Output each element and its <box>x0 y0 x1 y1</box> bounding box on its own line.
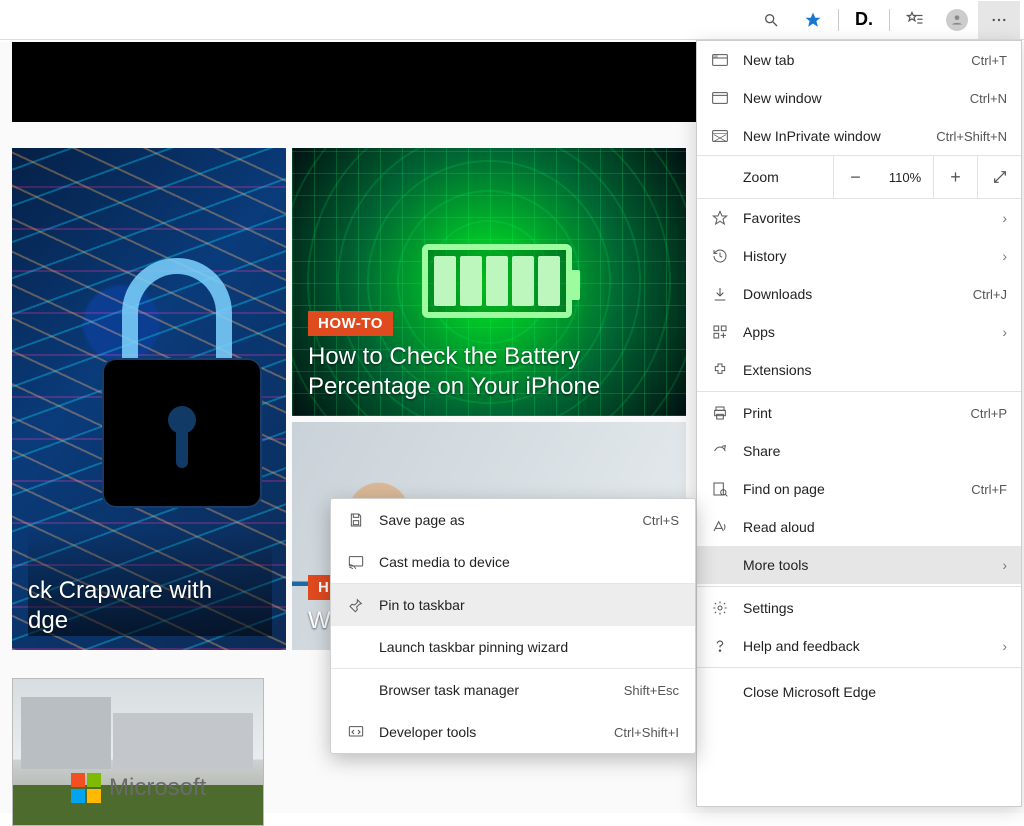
chevron-right-icon: › <box>1002 324 1007 340</box>
category-badge: HOW-TO <box>308 311 393 336</box>
find-icon <box>711 481 729 497</box>
menu-extensions[interactable]: Extensions <box>697 351 1021 389</box>
submenu-task-manager[interactable]: Browser task managerShift+Esc <box>331 669 695 711</box>
menu-new-tab[interactable]: New tabCtrl+T <box>697 41 1021 79</box>
search-icon[interactable] <box>750 1 792 39</box>
save-icon <box>347 512 365 528</box>
favorites-star-icon[interactable] <box>792 1 834 39</box>
menu-history[interactable]: History› <box>697 237 1021 275</box>
chevron-right-icon: › <box>1002 248 1007 264</box>
submenu-pin-taskbar[interactable]: Pin to taskbar <box>331 584 695 626</box>
menu-new-inprivate[interactable]: New InPrivate windowCtrl+Shift+N <box>697 117 1021 155</box>
download-icon <box>711 286 729 302</box>
menu-favorites[interactable]: Favorites› <box>697 199 1021 237</box>
inprivate-icon <box>711 130 729 142</box>
chevron-right-icon: › <box>1002 210 1007 226</box>
menu-find[interactable]: Find on pageCtrl+F <box>697 470 1021 508</box>
article-tile-battery[interactable]: HOW-TO How to Check the Battery Percenta… <box>292 148 686 416</box>
menu-zoom-row: Zoom − 110% + <box>697 155 1021 199</box>
read-aloud-icon <box>711 519 729 535</box>
menu-settings[interactable]: Settings <box>697 589 1021 627</box>
article-tile-crapware[interactable]: ck Crapware with dge <box>12 148 286 650</box>
apps-icon <box>711 324 729 340</box>
menu-share[interactable]: Share <box>697 432 1021 470</box>
gear-icon <box>711 600 729 616</box>
toolbar-separator <box>889 9 890 31</box>
extension-d-icon[interactable]: D. <box>843 1 885 39</box>
browser-toolbar: D. <box>0 0 1024 40</box>
submenu-launch-wizard[interactable]: Launch taskbar pinning wizard <box>331 626 695 668</box>
menu-more-tools[interactable]: More tools› <box>697 546 1021 584</box>
new-tab-icon <box>711 54 729 66</box>
star-icon <box>711 210 729 226</box>
chevron-right-icon: › <box>1002 638 1007 654</box>
window-icon <box>711 92 729 104</box>
submenu-save-page[interactable]: Save page asCtrl+S <box>331 499 695 541</box>
zoom-value: 110% <box>877 170 933 185</box>
settings-and-more-menu: New tabCtrl+T New windowCtrl+N New InPri… <box>696 40 1022 807</box>
menu-print[interactable]: PrintCtrl+P <box>697 394 1021 432</box>
cast-icon <box>347 555 365 569</box>
submenu-cast[interactable]: Cast media to device <box>331 541 695 583</box>
chevron-right-icon: › <box>1002 557 1007 573</box>
menu-read-aloud[interactable]: Read aloud <box>697 508 1021 546</box>
help-icon <box>711 638 729 654</box>
microsoft-logo: Microsoft <box>71 773 206 803</box>
menu-help[interactable]: Help and feedback› <box>697 627 1021 665</box>
devtools-icon <box>347 725 365 739</box>
zoom-in-button[interactable]: + <box>933 155 977 199</box>
settings-and-more-button[interactable] <box>978 1 1020 39</box>
menu-apps[interactable]: Apps› <box>697 313 1021 351</box>
submenu-dev-tools[interactable]: Developer toolsCtrl+Shift+I <box>331 711 695 753</box>
extensions-icon <box>711 362 729 378</box>
menu-close-edge[interactable]: Close Microsoft Edge <box>697 670 1021 714</box>
more-tools-submenu: Save page asCtrl+S Cast media to device … <box>330 498 696 754</box>
zoom-label: Zoom <box>697 169 833 185</box>
article-thumb-microsoft[interactable]: Microsoft <box>12 678 264 826</box>
padlock-illustration <box>102 298 252 498</box>
profile-avatar[interactable] <box>936 1 978 39</box>
history-icon <box>711 248 729 264</box>
menu-downloads[interactable]: DownloadsCtrl+J <box>697 275 1021 313</box>
zoom-out-button[interactable]: − <box>833 155 877 199</box>
menu-new-window[interactable]: New windowCtrl+N <box>697 79 1021 117</box>
share-icon <box>711 443 729 459</box>
tile-headline: How to Check the Battery Percentage on Y… <box>308 342 672 402</box>
fullscreen-button[interactable] <box>977 155 1021 199</box>
battery-illustration <box>422 244 572 318</box>
favorites-list-icon[interactable] <box>894 1 936 39</box>
print-icon <box>711 405 729 421</box>
pin-icon <box>347 597 365 613</box>
toolbar-separator <box>838 9 839 31</box>
tile-headline: ck Crapware with dge <box>28 576 272 636</box>
